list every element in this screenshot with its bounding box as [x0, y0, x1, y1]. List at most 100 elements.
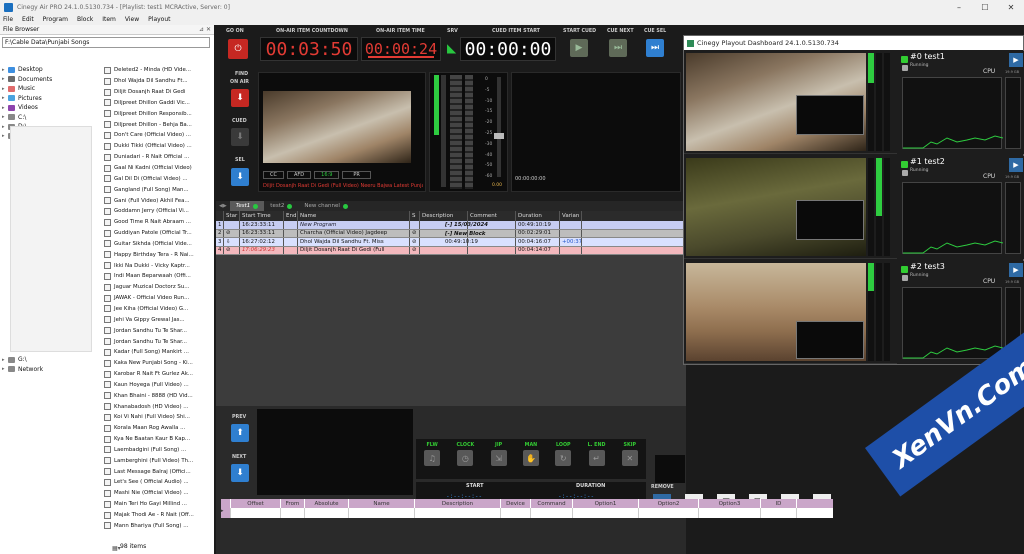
file-item[interactable]: Indi Maan Beparwaah (Offi...: [104, 271, 212, 282]
minimize-button[interactable]: –: [946, 0, 972, 14]
menu-playout[interactable]: Playout: [148, 16, 170, 23]
engine-open-icon[interactable]: ▶: [1009, 53, 1023, 67]
flag-clock[interactable]: CLOCK ◷: [457, 443, 474, 479]
file-item[interactable]: Diljpreet Dhillon Gaddi Vic...: [104, 98, 212, 109]
file-item[interactable]: Jaguar Muzical Doctorz Su...: [104, 282, 212, 293]
file-item[interactable]: Goddamn Jerry (Official Vi...: [104, 206, 212, 217]
tree-item[interactable]: ▸ Network: [2, 365, 102, 375]
go-on-button[interactable]: ⏻: [228, 39, 248, 59]
file-item[interactable]: Jordan Sandhu Tu Te Shar...: [104, 336, 212, 347]
column-header[interactable]: Varian: [560, 211, 582, 221]
fader-handle[interactable]: [494, 133, 504, 139]
column-header[interactable]: Name: [298, 211, 410, 221]
tree-item[interactable]: ▸ Videos: [2, 103, 102, 113]
file-item[interactable]: Laembadgini (Full Song) ...: [104, 445, 212, 456]
find-cued-button[interactable]: ⬇: [231, 128, 249, 146]
flag-man[interactable]: MAN ✋: [522, 443, 539, 479]
engine-stop-icon[interactable]: [902, 275, 908, 281]
panel-pin-close[interactable]: ⊿ ✕: [199, 26, 211, 33]
find-sel-button[interactable]: ⬇: [231, 168, 249, 186]
file-item[interactable]: Kaun Hoyega (Full Video) ...: [104, 379, 212, 390]
flag-lend[interactable]: L. END ↵: [588, 443, 605, 479]
file-item[interactable]: Gaal Ni Kadni (Official Video): [104, 163, 212, 174]
menu-item[interactable]: Item: [102, 16, 116, 23]
engine-stop-icon[interactable]: [902, 65, 908, 71]
engine-stop-icon[interactable]: [902, 170, 908, 176]
event-row[interactable]: ▸: [221, 508, 833, 518]
file-item[interactable]: Jordan Sandhu Tu Te Shar...: [104, 325, 212, 336]
tree-item[interactable]: ▸ Music: [2, 84, 102, 94]
file-item[interactable]: Good Time R Nait Abraam ...: [104, 217, 212, 228]
tree-item[interactable]: ▸ Documents: [2, 75, 102, 85]
file-item[interactable]: Don't Care (Official Video) ...: [104, 130, 212, 141]
file-item[interactable]: Kadar (Full Song) Mankirt ...: [104, 347, 212, 358]
file-item[interactable]: JAWAK - Official Video Run...: [104, 293, 212, 304]
file-item[interactable]: Gani (Full Video) Akhil Fea...: [104, 195, 212, 206]
column-header[interactable]: Start Time: [240, 211, 284, 221]
maximize-button[interactable]: ☐: [972, 0, 998, 14]
file-item[interactable]: Lamberghini (Full Video) Th...: [104, 455, 212, 466]
tree-item[interactable]: ▸ Desktop: [2, 65, 102, 75]
column-header[interactable]: End: [284, 211, 298, 221]
file-item[interactable]: Guitar Sikhda (Official Vide...: [104, 239, 212, 250]
path-field[interactable]: F:\Cable Data\Punjabi Songs: [2, 37, 210, 48]
event-column[interactable]: Absolute: [305, 499, 349, 508]
column-header[interactable]: Duration: [516, 211, 560, 221]
find-on-air-button[interactable]: ⬇: [231, 89, 249, 107]
tree-item[interactable]: ▸ G:\: [2, 355, 102, 365]
tab-scroll-left[interactable]: ◀▶: [216, 203, 230, 209]
file-item[interactable]: Jee Kiha (Official Video) G...: [104, 304, 212, 315]
file-item[interactable]: Let's See ( Official Audio) ...: [104, 477, 212, 488]
fader-track[interactable]: [497, 77, 501, 177]
event-column[interactable]: Command: [531, 499, 573, 508]
engine-open-icon[interactable]: ▶: [1009, 158, 1023, 172]
flag-skip[interactable]: SKIP ✕: [621, 443, 638, 479]
file-item[interactable]: Diljit Dosanjh Raat Di Gedi: [104, 87, 212, 98]
file-item[interactable]: Khan Bhaini - 8888 (HD Vid...: [104, 390, 212, 401]
event-column[interactable]: Option1: [573, 499, 639, 508]
menu-block[interactable]: Block: [77, 16, 93, 23]
file-item[interactable]: Dhol Wajda Dil Sandhu Ft...: [104, 76, 212, 87]
file-item[interactable]: Happy Birthday Tera - R Nai...: [104, 249, 212, 260]
file-item[interactable]: Kaka New Punjabi Song - Ki...: [104, 358, 212, 369]
file-item[interactable]: Main Teri Ho Gayi Millind ...: [104, 499, 212, 510]
menu-view[interactable]: View: [125, 16, 139, 23]
tab-playlist[interactable]: Test1: [229, 201, 265, 211]
tab-playlist[interactable]: New channel: [298, 201, 354, 211]
event-column[interactable]: Option2: [639, 499, 699, 508]
event-column[interactable]: Device: [501, 499, 531, 508]
file-item[interactable]: Mann Bhariya (Full Song) ...: [104, 520, 212, 531]
column-header[interactable]: Star: [224, 211, 240, 221]
file-item[interactable]: Gal Dil Di (Official Video) ...: [104, 173, 212, 184]
menu-file[interactable]: File: [3, 16, 13, 23]
file-item[interactable]: Gangland (Full Song) Man...: [104, 184, 212, 195]
cue-sel-button[interactable]: ⏭: [646, 39, 664, 57]
start-cued-button[interactable]: ▶: [570, 39, 588, 57]
file-item[interactable]: Kya Ne Baatan Kaur B Kap...: [104, 434, 212, 445]
close-button[interactable]: ✕: [998, 0, 1024, 14]
engine-open-icon[interactable]: ▶: [1009, 263, 1023, 277]
next-button[interactable]: ⬇: [231, 464, 249, 482]
column-header[interactable]: Description: [420, 211, 468, 221]
prev-button[interactable]: ⬆: [231, 424, 249, 442]
menu-program[interactable]: Program: [43, 16, 68, 23]
column-header[interactable]: Comment: [468, 211, 516, 221]
file-item[interactable]: Dukki Tikki (Official Video) ...: [104, 141, 212, 152]
event-column[interactable]: Description: [415, 499, 501, 508]
file-item[interactable]: Deleted2 - Minda (HD Vide...: [104, 65, 212, 76]
column-header[interactable]: [216, 211, 224, 221]
file-item[interactable]: Majak Thodi Ae - R Nait (Off...: [104, 510, 212, 521]
file-item[interactable]: Ikki Na Dukki - Vicky Kaptr...: [104, 260, 212, 271]
tab-playlist[interactable]: test2: [264, 201, 298, 211]
tree-item[interactable]: ▸ Pictures: [2, 94, 102, 104]
file-item[interactable]: Koi Vi Nahi (Full Video) Shi...: [104, 412, 212, 423]
event-column[interactable]: Option3: [699, 499, 761, 508]
cue-next-button[interactable]: ⏭: [609, 39, 627, 57]
menu-edit[interactable]: Edit: [22, 16, 34, 23]
column-header[interactable]: S: [410, 211, 420, 221]
tree-item[interactable]: ▸ C:\: [2, 113, 102, 123]
event-column[interactable]: Name: [349, 499, 415, 508]
file-item[interactable]: Karobar R Nait Ft Gurlez Ak...: [104, 369, 212, 380]
file-item[interactable]: Duniadari - R Nait Official ...: [104, 152, 212, 163]
file-item[interactable]: Diljpreet Dhillon Responsib...: [104, 108, 212, 119]
